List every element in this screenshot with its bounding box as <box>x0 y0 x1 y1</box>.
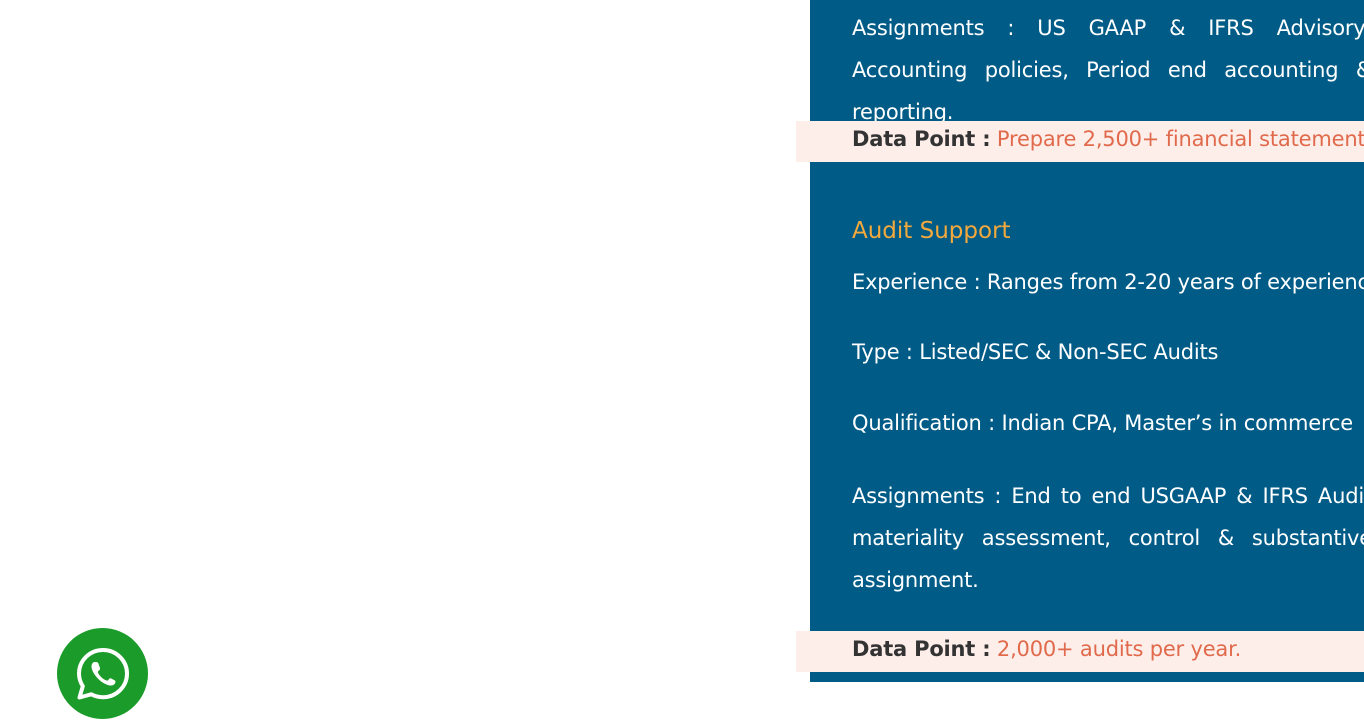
assignments-text: Assignments : US GAAP & IFRS Advisory, A… <box>852 16 1364 124</box>
data-point-strip: Data Point : Prepare 2,500+ financial st… <box>796 121 1364 162</box>
type-text: Type : Listed/SEC & Non-SEC Audits <box>852 340 1219 364</box>
audit-data-point-strip: Data Point : 2,000+ audits per year. <box>796 631 1364 672</box>
audit-data-point-label: Data Point : <box>852 637 991 661</box>
data-point-label: Data Point : <box>852 127 991 151</box>
page: Assignments : US GAAP & IFRS Advisory, A… <box>0 0 1364 728</box>
audit-assignments-text: Assignments : End to end USGAAP & IFRS A… <box>852 484 1364 592</box>
audit-support-title: Audit Support <box>852 218 1011 244</box>
whatsapp-icon <box>76 647 129 699</box>
data-point-value: Prepare 2,500+ financial statements <box>996 127 1364 151</box>
audit-data-point-value: 2,000+ audits per year. <box>996 637 1242 661</box>
data-point: Data Point : Prepare 2,500+ financial st… <box>852 127 1364 151</box>
experience-text: Experience : Ranges from 2-20 years of e… <box>852 270 1364 294</box>
audit-data-point: Data Point : 2,000+ audits per year. <box>852 637 1241 661</box>
whatsapp-button[interactable] <box>57 628 148 719</box>
qualification-text: Qualification : Indian CPA, Master’s in … <box>852 411 1353 435</box>
